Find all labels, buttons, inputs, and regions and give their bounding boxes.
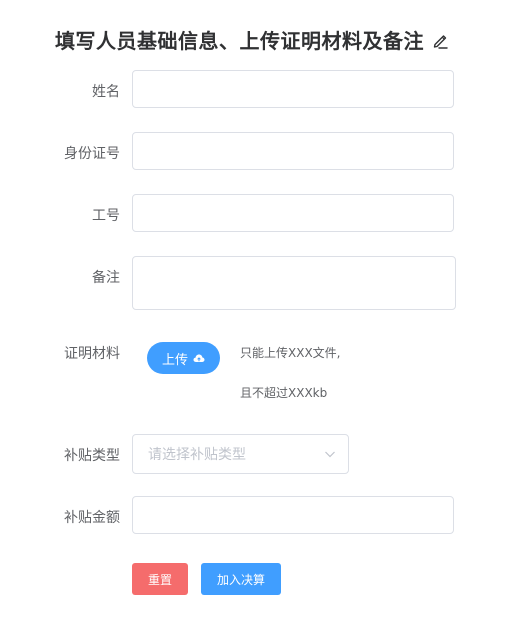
reset-button[interactable]: 重置 <box>132 563 188 595</box>
upload-button-label: 上传 <box>161 352 188 368</box>
upload-button[interactable]: 上传 <box>147 342 220 374</box>
upload-hint-line1: 只能上传XXX文件, <box>240 346 341 360</box>
id-card-input[interactable] <box>132 132 454 170</box>
subsidy-type-placeholder: 请选择补贴类型 <box>148 447 246 463</box>
add-to-settlement-button[interactable]: 加入决算 <box>201 563 281 595</box>
employee-no-input[interactable] <box>132 194 454 232</box>
name-label: 姓名 <box>92 84 120 100</box>
page-title: 填写人员基础信息、上传证明材料及备注 <box>55 28 424 53</box>
remark-textarea[interactable] <box>132 256 456 310</box>
cloud-upload-icon <box>193 354 205 362</box>
proof-label: 证明材料 <box>64 346 120 362</box>
remark-label: 备注 <box>92 270 120 286</box>
subsidy-type-label: 补贴类型 <box>64 448 120 464</box>
chevron-down-icon <box>325 451 335 458</box>
form-header: 填写人员基础信息、上传证明材料及备注 <box>0 24 505 54</box>
name-input[interactable] <box>132 70 454 108</box>
edit-icon <box>433 35 448 49</box>
subsidy-amount-input[interactable] <box>132 496 454 534</box>
id-card-label: 身份证号 <box>64 146 120 162</box>
subsidy-type-select[interactable]: 请选择补贴类型 <box>132 434 349 474</box>
upload-hint-line2: 且不超过XXXkb <box>240 386 328 400</box>
employee-no-label: 工号 <box>92 208 120 224</box>
form-page: 填写人员基础信息、上传证明材料及备注 姓名 身份证号 工号 备注 证明材料 上传… <box>0 0 505 628</box>
subsidy-amount-label: 补贴金额 <box>64 510 120 526</box>
